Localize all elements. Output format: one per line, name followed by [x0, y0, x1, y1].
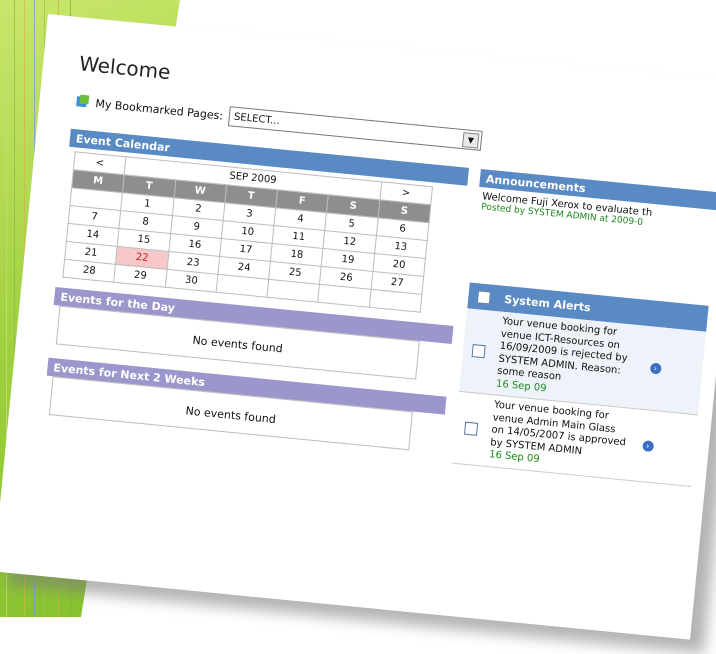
page-title: Welcome	[78, 51, 172, 85]
bookmarks-select[interactable]: SELECT... ▼	[228, 106, 483, 151]
alert-content: Your venue booking for venue ICT-Resourc…	[489, 311, 644, 408]
alert-checkbox[interactable]	[463, 421, 478, 436]
alert-content: Your venue booking for venue Admin Main …	[482, 395, 636, 480]
chevron-down-icon[interactable]: ▼	[462, 131, 480, 149]
right-column: Announcements Welcome Fuji Xerox to eval…	[452, 168, 716, 487]
system-alerts-title: System Alerts	[503, 292, 592, 314]
screenshot-panel: Welcome My Bookmarked Pages: SELECT... ▼…	[0, 14, 716, 640]
alert-checkbox[interactable]	[471, 343, 486, 359]
left-column: Event Calendar < SEP 2009 > M T W T F S …	[43, 128, 469, 454]
go-arrow-icon[interactable]: ›	[641, 439, 654, 452]
go-arrow-icon[interactable]: ›	[649, 362, 662, 375]
bookmarks-selected-value: SELECT...	[233, 111, 281, 127]
bookmark-icon	[76, 94, 90, 108]
select-all-checkbox[interactable]	[476, 289, 491, 304]
bookmarks-label: My Bookmarked Pages:	[94, 96, 224, 123]
